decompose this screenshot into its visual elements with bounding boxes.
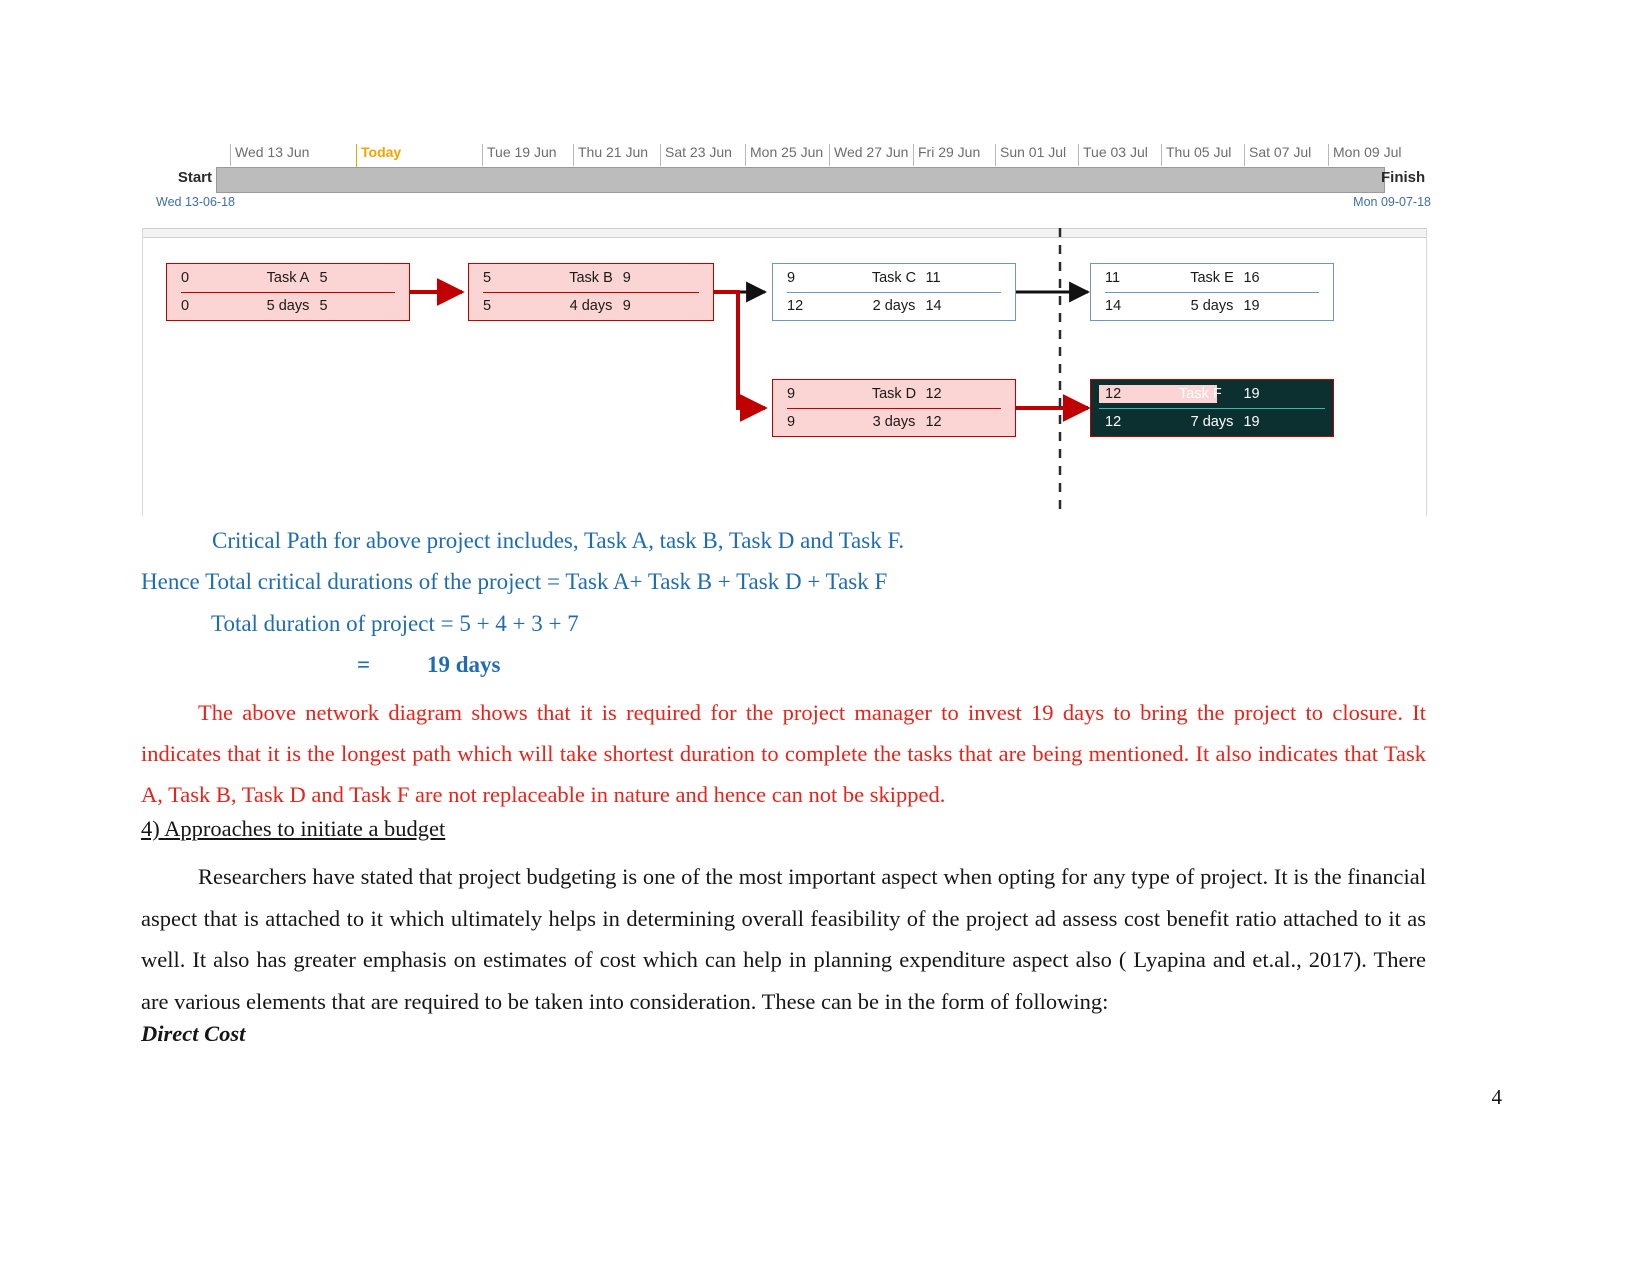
subheading-direct-cost: Direct Cost [141, 1021, 246, 1046]
node-late-finish: 12 [925, 414, 942, 430]
node-duration: 4 days [569, 298, 613, 314]
gantt-date-label-6: Wed 27 Jun [834, 144, 909, 160]
gantt-summary-bar[interactable] [216, 167, 1385, 193]
node-row-late: 14 5 days 19 [1091, 292, 1333, 320]
network-node-task-c[interactable]: 9 Task C 11 12 2 days 14 [772, 263, 1016, 321]
network-node-task-b[interactable]: 5 Task B 9 5 4 days 9 [468, 263, 714, 321]
gantt-date-label-2: Tue 19 Jun [487, 144, 557, 160]
node-row-late: 0 5 days 5 [167, 292, 409, 320]
gantt-date-label-10: Thu 05 Jul [1166, 144, 1232, 160]
node-duration: 7 days [1190, 414, 1234, 430]
node-duration: 5 days [1190, 298, 1234, 314]
network-node-task-e[interactable]: 11 Task E 16 14 5 days 19 [1090, 263, 1334, 321]
node-early-finish: 5 [319, 270, 328, 286]
diagram-left-border [142, 228, 143, 516]
network-node-task-a[interactable]: 0 Task A 5 0 5 days 5 [166, 263, 410, 321]
node-task-name: Task D [871, 386, 917, 402]
section-heading-approaches: 4) Approaches to initiate a budget [141, 816, 446, 841]
node-row-late: 12 7 days 19 [1091, 408, 1333, 436]
node-row-late: 12 2 days 14 [773, 292, 1015, 320]
node-duration: 3 days [872, 414, 916, 430]
node-late-finish: 19 [1243, 298, 1260, 314]
node-row-late: 9 3 days 12 [773, 408, 1015, 436]
node-task-name: Task B [569, 270, 613, 286]
gantt-date-label-8: Sun 01 Jul [1000, 144, 1067, 160]
node-duration: 2 days [872, 298, 916, 314]
gantt-date-scale: Wed 13 Jun Today Tue 19 Jun Thu 21 Jun S… [148, 140, 1433, 182]
node-row-early: 11 Task E 16 [1091, 264, 1333, 292]
budget-body-paragraph: Researchers have stated that project bud… [141, 864, 1426, 1014]
gantt-date-label-3: Thu 21 Jun [578, 144, 649, 160]
node-row-late: 5 4 days 9 [469, 292, 713, 320]
node-early-finish: 11 [925, 270, 941, 286]
node-task-name: Task E [1190, 270, 1234, 286]
node-task-name: Task C [871, 270, 917, 286]
node-late-finish: 5 [319, 298, 328, 314]
gantt-date-label-7: Fri 29 Jun [918, 144, 981, 160]
node-row-early: 12 Task F 19 [1091, 380, 1333, 408]
network-node-task-d[interactable]: 9 Task D 12 9 3 days 12 [772, 379, 1016, 437]
gantt-bar-row: Start Finish [148, 167, 1433, 193]
node-row-early: 5 Task B 9 [469, 264, 713, 292]
gantt-date-label-11: Sat 07 Jul [1249, 144, 1312, 160]
document-page: Wed 13 Jun Today Tue 19 Jun Thu 21 Jun S… [0, 0, 1650, 1275]
page-number: 4 [1491, 1085, 1503, 1109]
node-late-finish: 14 [925, 298, 942, 314]
node-row-early: 9 Task D 12 [773, 380, 1015, 408]
diagram-right-border [1426, 228, 1427, 516]
critical-duration-line: Hence Total critical durations of the pr… [141, 569, 888, 594]
node-early-finish: 9 [622, 270, 631, 286]
node-row-early: 0 Task A 5 [167, 264, 409, 292]
gantt-date-label-12: Mon 09 Jul [1333, 144, 1402, 160]
gantt-date-label-9: Tue 03 Jul [1083, 144, 1148, 160]
node-duration: 5 days [266, 298, 310, 314]
network-node-task-f[interactable]: 12 Task F 19 12 7 days 19 [1090, 379, 1334, 437]
gantt-start-date: Wed 13-06-18 [156, 195, 235, 209]
gantt-date-label-5: Mon 25 Jun [750, 144, 824, 160]
gantt-finish-date: Mon 09-07-18 [1353, 195, 1431, 209]
critical-path-line: Critical Path for above project includes… [212, 528, 905, 553]
gantt-finish-label: Finish [1381, 169, 1426, 186]
gantt-date-label-1: Today [361, 144, 402, 160]
total-duration-line: Total duration of project = 5 + 4 + 3 + … [211, 611, 579, 636]
total-days-result: 19 days [427, 652, 501, 677]
gantt-date-label-4: Sat 23 Jun [665, 144, 732, 160]
node-early-finish: 19 [1243, 386, 1260, 402]
node-late-finish: 19 [1243, 414, 1260, 430]
equals-sign: = [357, 652, 371, 677]
gantt-start-label: Start [177, 169, 212, 186]
node-task-name: Task A [266, 270, 310, 286]
node-early-finish: 12 [925, 386, 942, 402]
node-early-finish: 16 [1243, 270, 1260, 286]
red-analysis-paragraph: The above network diagram shows that it … [141, 700, 1426, 807]
gantt-date-label-0: Wed 13 Jun [235, 144, 310, 160]
node-late-finish: 9 [622, 298, 631, 314]
gantt-timeline: Wed 13 Jun Today Tue 19 Jun Thu 21 Jun S… [148, 140, 1433, 240]
node-row-early: 9 Task C 11 [773, 264, 1015, 292]
gantt-divider-rule [142, 228, 1427, 238]
